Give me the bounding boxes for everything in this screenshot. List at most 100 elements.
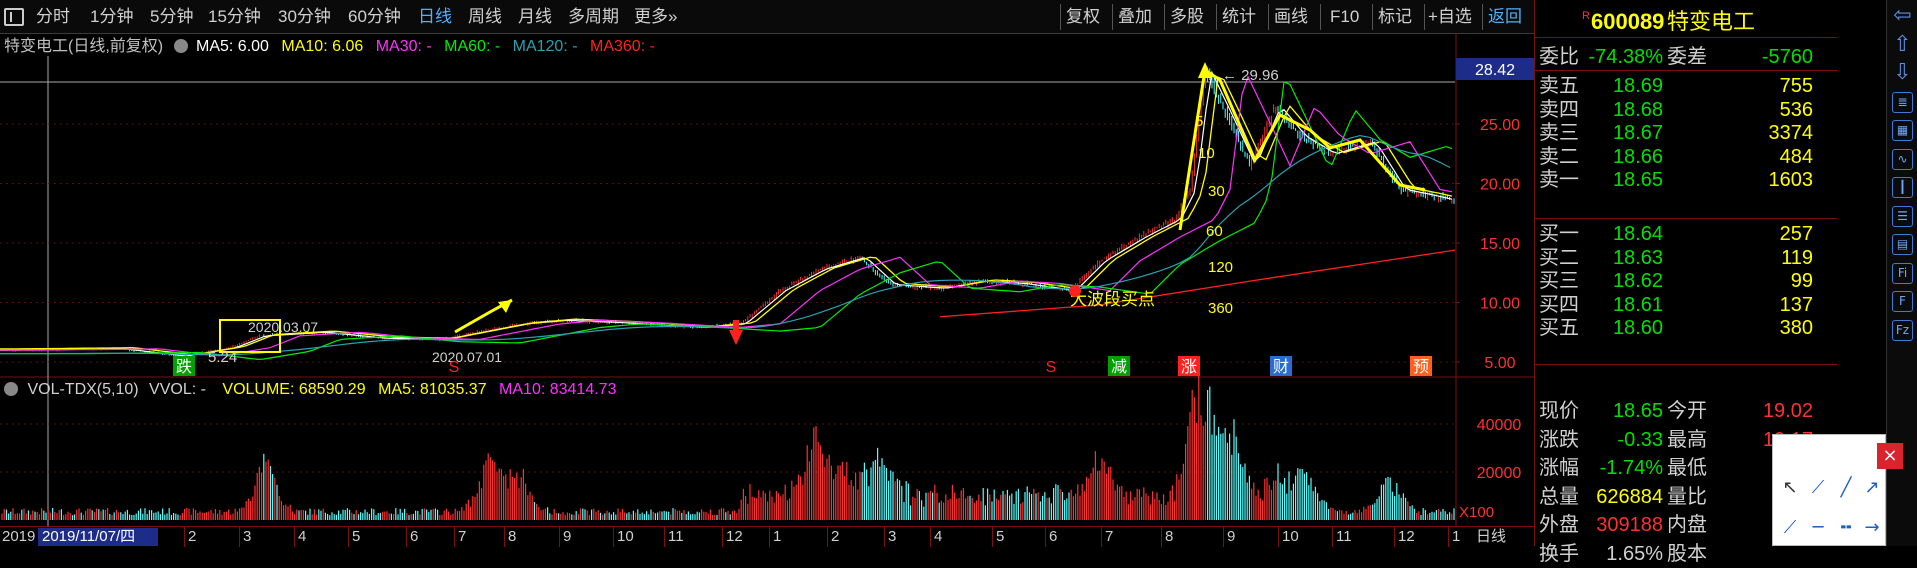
year-label: 2019 (2, 528, 36, 545)
y-tick-label: 15.00 (1480, 236, 1520, 253)
month-divider (1332, 527, 1333, 547)
volume-unit-label: X100 (1459, 504, 1494, 521)
volume-tick-label: 20000 (1477, 465, 1522, 482)
draw-tools-panel: × ↖ ⟋ ╱ ↗ ⟋ ─ ╍ → (1772, 434, 1903, 546)
stat-row-label: 总量 (1539, 485, 1579, 508)
bid-level-label: 买一 (1539, 223, 1579, 245)
stat-row-value: -1.74% (1599, 457, 1663, 479)
month-divider (294, 527, 295, 547)
stock-header: R 600089 特变电工 (1535, 6, 1837, 38)
ma120-label: MA120: - (512, 38, 578, 55)
ask-price: 18.69 (1612, 75, 1663, 97)
ma-tag: 5 (1195, 113, 1203, 130)
month-divider (613, 527, 614, 547)
settings-circle-icon[interactable] (4, 382, 18, 396)
buy-point-label: 大波段买点 (1070, 290, 1155, 309)
arrow-up-icon[interactable]: ⇧ (1892, 33, 1913, 56)
bid-row[interactable]: 买一 18.64 257 (1535, 222, 1837, 246)
kline-chart[interactable]: 25.00 20.00 15.00 10.00 5.00 28.42 40000 20000 X… (0, 0, 1534, 546)
stat-row-label: 涨幅 (1539, 457, 1579, 479)
month-divider (1278, 527, 1279, 547)
ma60-label: MA60: - (444, 38, 501, 55)
dot-line-tool-icon[interactable]: ╍ (1833, 515, 1859, 541)
bid-row[interactable]: 买三 18.62 99 (1535, 269, 1837, 293)
trend-tool-icon[interactable]: ⟋ (1777, 515, 1803, 541)
fund-icon[interactable]: ▤ (1892, 234, 1913, 255)
line-chart-icon[interactable]: ∿ (1892, 148, 1913, 170)
ray-tool-icon[interactable]: ↗ (1859, 475, 1885, 501)
ask-row[interactable]: 卖三 18.67 3374 (1535, 121, 1837, 145)
close-icon[interactable]: × (1877, 443, 1903, 469)
ask-level-label: 卖五 (1539, 75, 1579, 97)
month-divider (184, 527, 185, 547)
list-icon[interactable]: ☰ (1892, 205, 1913, 227)
ask-row[interactable]: 卖一 18.65 1603 (1535, 168, 1837, 192)
stock-code: 600089 (1591, 9, 1665, 34)
quote-icon[interactable]: ≣ (1892, 91, 1913, 113)
volume-label: VOLUME: 68590.29 (222, 381, 366, 398)
bid-price: 18.60 (1612, 317, 1663, 340)
bid-volume: 380 (1779, 317, 1813, 340)
stat-row-label2: 量比 (1667, 485, 1707, 508)
month-divider (454, 527, 455, 547)
month-tick: 8 (1165, 528, 1174, 545)
month-tick: 7 (1105, 528, 1114, 545)
month-divider (664, 527, 665, 547)
settings-circle-icon[interactable] (173, 39, 188, 53)
ma-tag: 10 (1198, 145, 1215, 162)
ask-row[interactable]: 卖四 18.68 536 (1535, 98, 1837, 122)
candle-icon[interactable]: ┃ (1892, 177, 1913, 198)
ask-level-label: 卖一 (1539, 169, 1579, 192)
ma-tag: 30 (1208, 183, 1225, 200)
month-tick: 2 (831, 528, 840, 545)
stock-name: 特变电工 (1667, 9, 1756, 34)
ask-row[interactable]: 卖二 18.66 484 (1535, 145, 1837, 169)
date-annotation-1: 2020.03.07 (248, 319, 318, 335)
month-divider (1448, 527, 1449, 547)
bid-row[interactable]: 买四 18.61 137 (1535, 293, 1837, 317)
fiz-icon[interactable]: Fz (1892, 319, 1913, 341)
volume-title: VOL-TDX(5,10) (27, 381, 139, 398)
f10-icon[interactable]: F (1892, 291, 1913, 312)
month-divider (1045, 527, 1046, 547)
bid-level-label: 买二 (1539, 246, 1579, 269)
arrow-line-tool-icon[interactable]: → (1859, 515, 1885, 541)
bid-volume: 119 (1781, 246, 1813, 269)
bid-row[interactable]: 买二 18.63 119 (1535, 246, 1837, 270)
month-tick: 5 (352, 528, 361, 545)
date-annotation-2: 2020.07.01 (432, 349, 502, 365)
bid-volume: 99 (1790, 270, 1813, 293)
fib-icon[interactable]: Fi (1892, 262, 1913, 284)
vol-ma10-label: MA10: 83414.73 (499, 381, 617, 398)
ma360-label: MA360: - (590, 38, 655, 55)
month-tick: 4 (934, 528, 943, 545)
month-tick: 9 (563, 528, 572, 545)
month-divider (1394, 527, 1395, 547)
arrow-left-icon[interactable]: ⇦ (1892, 5, 1913, 27)
ask-volume: 3374 (1768, 122, 1814, 145)
stat-row-label2: 股本 (1667, 542, 1707, 565)
hline-tool-icon[interactable]: ─ (1805, 515, 1831, 541)
month-divider (1161, 527, 1162, 547)
ask-volume: 1603 (1768, 169, 1814, 192)
period-label: 日线 (1476, 528, 1507, 545)
table-icon[interactable]: ▦ (1892, 120, 1913, 141)
signal-marker: 跌 (176, 358, 192, 376)
stat-row-label2: 今开 (1667, 400, 1707, 422)
ask-row[interactable]: 卖五 18.69 755 (1535, 74, 1837, 98)
bid-row[interactable]: 买五 18.60 380 (1535, 316, 1837, 340)
chart-title: 特变电工(日线,前复权) (4, 38, 164, 55)
bid-price: 18.61 (1612, 293, 1663, 316)
bid-level-label: 买五 (1539, 317, 1579, 340)
arrow-down-icon[interactable]: ⇩ (1892, 62, 1913, 84)
signal-marker: S (449, 359, 460, 376)
month-tick: 2 (188, 528, 197, 545)
ma-tag: 60 (1206, 223, 1223, 240)
month-tick: 3 (888, 528, 897, 545)
y-tick-label: 5.00 (1484, 355, 1515, 372)
cursor-tool-icon[interactable]: ↖ (1777, 475, 1803, 501)
segment-tool-icon[interactable]: ⟋ (1805, 475, 1831, 501)
month-divider (1223, 527, 1224, 547)
line-tool-icon[interactable]: ╱ (1833, 475, 1859, 501)
month-tick: 7 (458, 528, 467, 545)
